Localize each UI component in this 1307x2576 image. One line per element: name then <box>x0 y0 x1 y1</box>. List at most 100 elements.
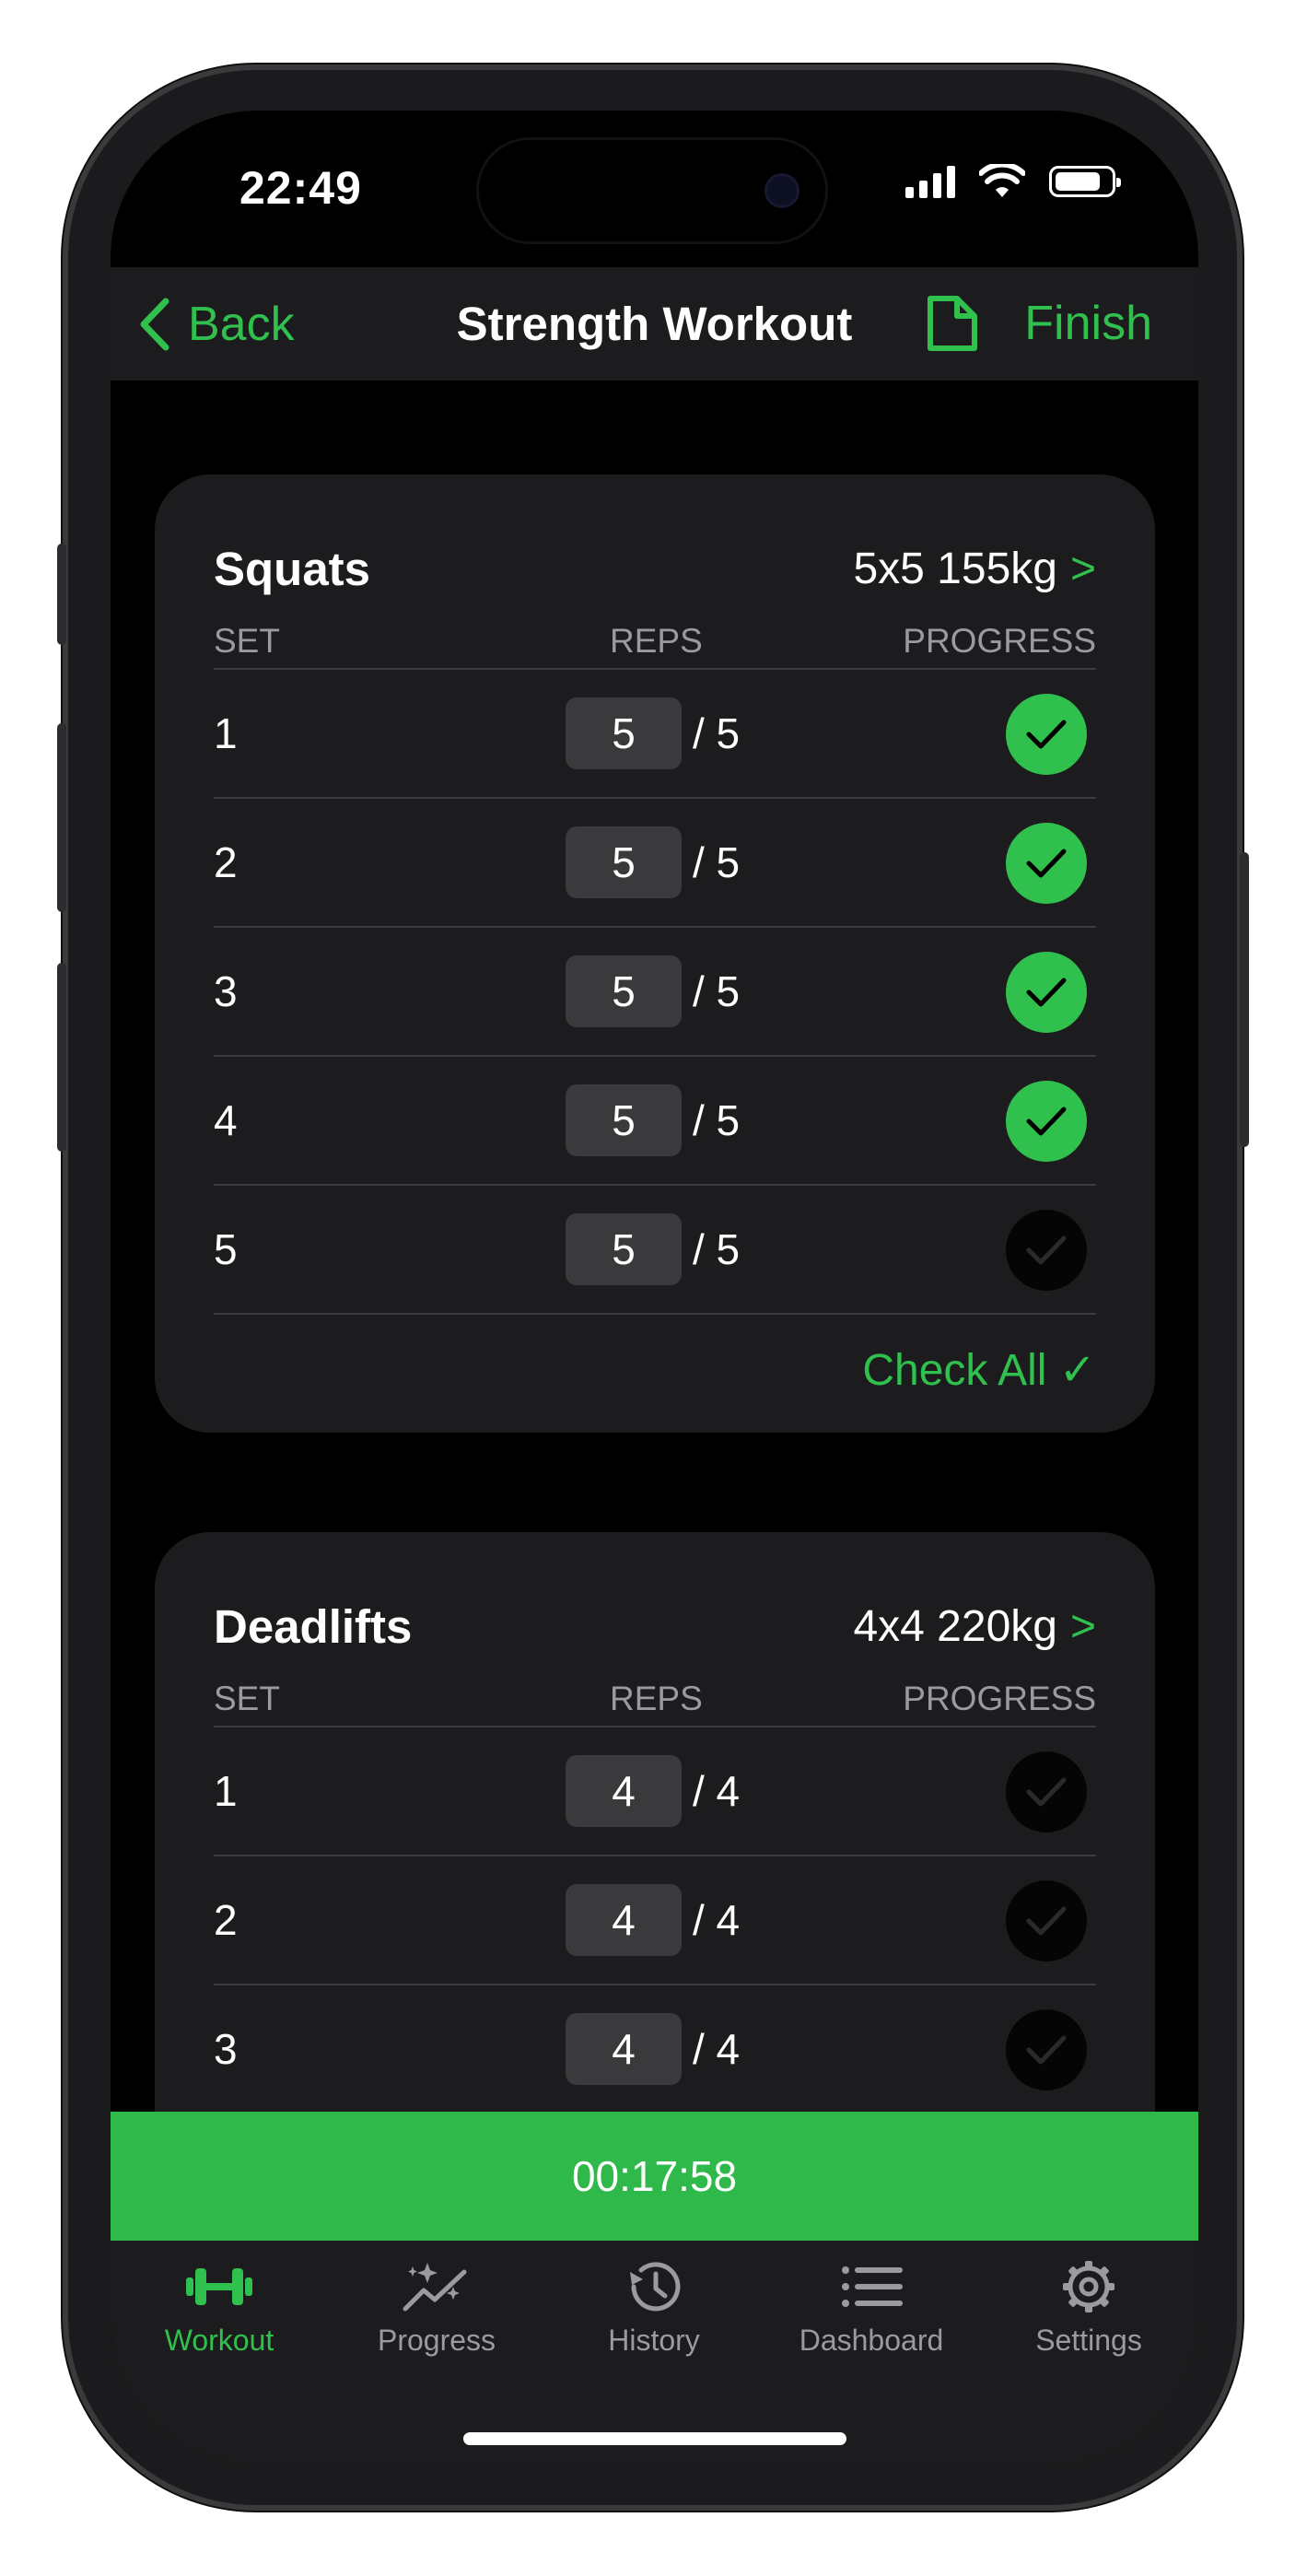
reps-target: / 4 <box>693 1896 741 1944</box>
phone-power-button <box>1240 852 1249 1147</box>
exercise-name: Deadlifts <box>214 1599 413 1653</box>
battery-icon <box>1049 166 1121 197</box>
chevron-right-icon: > <box>1069 1601 1096 1651</box>
column-header-set: SET <box>214 1680 280 1717</box>
set-complete-toggle[interactable] <box>1006 2009 1087 2090</box>
reps-input[interactable]: 4 <box>566 1755 682 1827</box>
exercise-plan-link[interactable]: 4x4 220kg > <box>853 1601 1096 1652</box>
set-complete-toggle[interactable] <box>1006 952 1087 1033</box>
app-screen: 22:49 Back Strength Workout Finish Squat… <box>111 111 1198 2465</box>
set-complete-toggle[interactable] <box>1006 1751 1087 1832</box>
checkmark-icon <box>1026 1906 1067 1936</box>
set-list: 1 4/ 4 2 4/ 4 3 4/ 4 <box>214 1727 1096 2114</box>
set-number: 3 <box>214 967 238 1015</box>
dynamic-island <box>479 140 825 241</box>
reps-target: / 5 <box>693 1096 741 1144</box>
workout-timer[interactable]: 00:17:58 <box>111 2112 1198 2241</box>
reps-target: / 5 <box>693 838 741 886</box>
tab-label: Settings <box>1035 2324 1142 2357</box>
phone-volume-down <box>57 963 66 1152</box>
phone-silent-switch <box>57 544 66 645</box>
status-time: 22:49 <box>239 162 362 214</box>
column-headers: SET REPS PROGRESS <box>214 622 1096 670</box>
chevron-right-icon: > <box>1069 544 1096 593</box>
set-number: 5 <box>214 1225 238 1273</box>
exercise-header: Deadlifts 4x4 220kg > <box>214 1598 1096 1654</box>
dumbbell-icon <box>186 2268 252 2305</box>
set-complete-toggle[interactable] <box>1006 1210 1087 1291</box>
set-row: 5 5/ 5 <box>214 1186 1096 1315</box>
tab-dashboard[interactable]: Dashboard <box>763 2259 980 2358</box>
reps-input[interactable]: 5 <box>566 955 682 1027</box>
finish-button[interactable]: Finish <box>1024 267 1152 381</box>
column-headers: SET REPS PROGRESS <box>214 1680 1096 1727</box>
checkmark-icon <box>1026 1235 1067 1265</box>
tab-history[interactable]: History <box>545 2259 763 2358</box>
tab-workout[interactable]: Workout <box>111 2259 328 2358</box>
set-complete-toggle[interactable] <box>1006 1081 1087 1162</box>
column-header-reps: REPS <box>610 1680 703 1717</box>
reps-input[interactable]: 5 <box>566 826 682 898</box>
set-row: 2 4/ 4 <box>214 1856 1096 1985</box>
exercise-plan-link[interactable]: 5x5 155kg > <box>853 544 1096 594</box>
set-row: 3 5/ 5 <box>214 928 1096 1057</box>
reps-input[interactable]: 4 <box>566 2013 682 2085</box>
reps-input[interactable]: 5 <box>566 1084 682 1156</box>
status-icons <box>905 164 1121 199</box>
set-row: 3 4/ 4 <box>214 1985 1096 2114</box>
cellular-signal-icon <box>905 165 955 198</box>
checkmark-icon <box>1026 1107 1067 1136</box>
list-icon <box>842 2266 903 2307</box>
set-number: 2 <box>214 838 238 886</box>
check-all-button[interactable]: Check All ✓ <box>862 1344 1096 1396</box>
wifi-icon <box>979 164 1025 197</box>
column-header-progress: PROGRESS <box>903 622 1096 660</box>
sparkle-chart-icon <box>403 2263 467 2312</box>
column-header-progress: PROGRESS <box>903 1680 1096 1717</box>
reps-target: / 5 <box>693 967 741 1015</box>
set-number: 2 <box>214 1896 238 1944</box>
checkmark-icon <box>1026 849 1067 878</box>
reps-target: / 5 <box>693 1225 741 1273</box>
set-list: 1 5/ 5 2 5/ 5 3 5/ 5 4 5/ 5 5 5/ 5 <box>214 670 1096 1315</box>
exercise-name: Squats <box>214 542 371 595</box>
column-header-set: SET <box>214 622 280 660</box>
reps-input[interactable]: 5 <box>566 1213 682 1285</box>
exercise-plan: 4x4 220kg <box>853 1601 1057 1651</box>
set-complete-toggle[interactable] <box>1006 694 1087 775</box>
exercise-plan: 5x5 155kg <box>853 544 1057 593</box>
tab-label: Progress <box>377 2324 496 2357</box>
tab-label: Workout <box>164 2324 274 2357</box>
home-indicator[interactable] <box>463 2432 846 2445</box>
history-icon <box>630 2262 681 2312</box>
reps-input[interactable]: 4 <box>566 1884 682 1956</box>
tab-progress[interactable]: Progress <box>328 2259 545 2358</box>
tab-settings[interactable]: Settings <box>980 2259 1197 2358</box>
set-row: 1 5/ 5 <box>214 670 1096 799</box>
tab-label: Dashboard <box>799 2324 944 2357</box>
exercise-header: Squats 5x5 155kg > <box>214 541 1096 596</box>
set-number: 4 <box>214 1096 238 1144</box>
gear-icon <box>1063 2261 1114 2313</box>
reps-target: / 4 <box>693 2025 741 2073</box>
document-icon[interactable] <box>926 295 979 352</box>
checkmark-icon <box>1026 978 1067 1007</box>
reps-target: / 5 <box>693 709 741 757</box>
tab-label: History <box>608 2324 700 2357</box>
column-header-reps: REPS <box>610 622 703 660</box>
camera-icon <box>764 173 799 208</box>
set-row: 1 4/ 4 <box>214 1727 1096 1856</box>
set-complete-toggle[interactable] <box>1006 1880 1087 1961</box>
reps-input[interactable]: 5 <box>566 697 682 769</box>
checkmark-icon <box>1026 720 1067 749</box>
checkmark-icon <box>1026 1777 1067 1807</box>
set-number: 1 <box>214 709 238 757</box>
set-number: 1 <box>214 1767 238 1815</box>
set-row: 4 5/ 5 <box>214 1057 1096 1186</box>
set-complete-toggle[interactable] <box>1006 823 1087 904</box>
tab-bar: Workout Progress History Dashboard Setti… <box>111 2241 1198 2465</box>
checkmark-icon <box>1026 2035 1067 2065</box>
reps-target: / 4 <box>693 1767 741 1815</box>
set-row: 2 5/ 5 <box>214 799 1096 928</box>
navigation-bar: Back Strength Workout Finish <box>111 267 1198 381</box>
